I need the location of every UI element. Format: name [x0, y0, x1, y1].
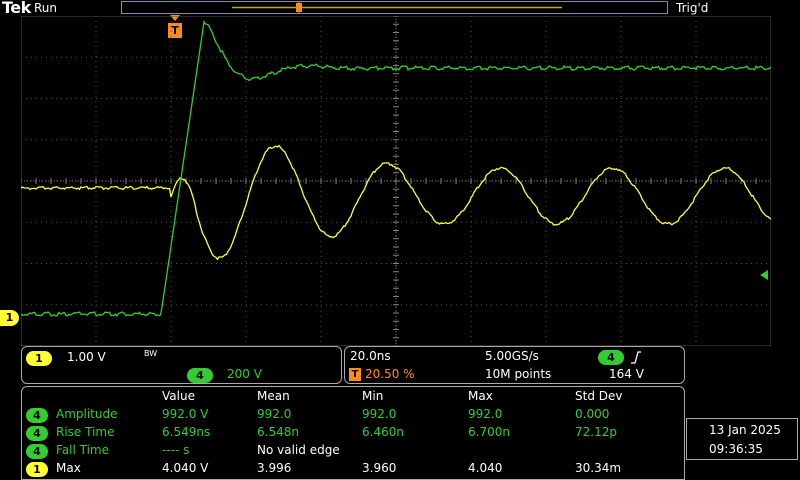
col-header-value: Value	[162, 389, 195, 403]
col-header-mean: Mean	[257, 389, 290, 403]
time: 09:36:35	[709, 442, 763, 456]
trigger-level: 164 V	[609, 367, 644, 381]
trigger-position-percent: 20.50 %	[365, 367, 415, 381]
col-header-max: Max	[468, 389, 493, 403]
channel-badge: 4	[26, 426, 48, 441]
channel-badge: 4	[26, 444, 48, 459]
measurement-name: Fall Time	[56, 443, 110, 457]
measurement-max: 4.040	[468, 461, 503, 475]
measurement-name: Rise Time	[56, 425, 115, 439]
vertical-settings-panel[interactable]: 1 1.00 V BW 4 200 V	[21, 346, 342, 384]
col-header-min: Min	[362, 389, 384, 403]
measurement-name: Max	[56, 461, 81, 475]
measurement-min: 3.960	[362, 461, 397, 475]
col-header-std-dev: Std Dev	[575, 389, 623, 403]
measurement-min: 992.0	[362, 407, 397, 421]
measurement-mean: 992.0	[257, 407, 292, 421]
trigger-source-badge[interactable]: 4	[598, 350, 624, 365]
tek-logo: Tek	[2, 0, 31, 17]
trigger-position-icon: T	[349, 368, 361, 381]
horizontal-settings-panel[interactable]: 20.0ns 5.00GS/s T 20.50 % 10M points 4 1…	[344, 346, 685, 384]
measurement-std-dev: 72.12p	[575, 425, 617, 439]
measurement-mean: 3.996	[257, 461, 292, 475]
bandwidth-limit-label: BW	[144, 349, 158, 358]
measurement-name: Amplitude	[56, 407, 118, 421]
waveform-display[interactable]	[21, 16, 771, 346]
channel-badge: 1	[26, 462, 48, 477]
record-view-bar[interactable]	[121, 1, 668, 14]
measurement-mean: No valid edge	[257, 443, 340, 457]
time-per-division: 20.0ns	[350, 349, 391, 363]
measurement-mean: 6.548n	[257, 425, 299, 439]
sample-rate: 5.00GS/s	[485, 349, 539, 363]
date-time-display: 13 Jan 2025 09:36:35	[686, 418, 798, 460]
measurement-value: 4.040 V	[162, 461, 209, 475]
channel-badge: 4	[26, 408, 48, 423]
ch1-scale: 1.00 V	[67, 350, 106, 364]
measurement-max: 992.0	[468, 407, 503, 421]
trigger-level-icon[interactable]	[760, 270, 768, 280]
measurement-max: 6.700n	[468, 425, 510, 439]
measurement-value: 6.549ns	[162, 425, 211, 439]
ch4-badge[interactable]: 4	[187, 368, 213, 383]
ch1-badge[interactable]: 1	[26, 351, 52, 366]
measurement-std-dev: 0.000	[575, 407, 610, 421]
ch1-ground-marker[interactable]: 1	[0, 310, 19, 326]
status-bar: Tek Run Trig'd	[0, 0, 800, 17]
measurement-value: 992.0 V	[162, 407, 209, 421]
record-view-window	[232, 2, 562, 13]
trigger-status: Trig'd	[676, 1, 709, 15]
rising-edge-icon	[631, 351, 641, 364]
measurements-panel[interactable]: Value Mean Min Max Std Dev 4 Amplitude 9…	[21, 386, 685, 480]
measurement-min: 6.460n	[362, 425, 404, 439]
measurement-value: ---- s	[162, 443, 190, 457]
measurement-std-dev: 30.34m	[575, 461, 622, 475]
graticule-center-ticks	[21, 16, 771, 346]
ch4-scale: 200 V	[227, 367, 262, 381]
date: 13 Jan 2025	[709, 423, 781, 437]
run-status[interactable]: Run	[34, 1, 57, 15]
record-length: 10M points	[485, 367, 552, 381]
